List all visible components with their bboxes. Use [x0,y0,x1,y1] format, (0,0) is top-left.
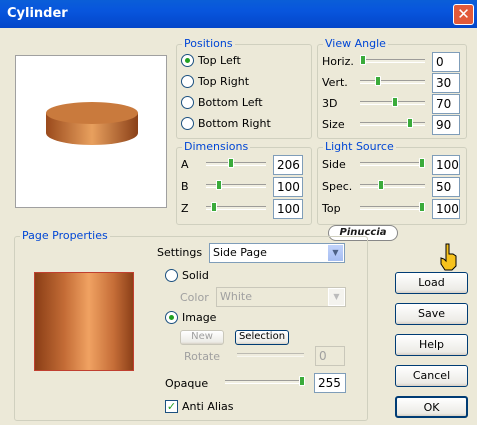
chevron-down-icon[interactable]: ▼ [327,244,344,262]
dimensions-value-input[interactable]: 100 [273,199,303,219]
dimensions-label: Dimensions [182,140,251,153]
radio-bottom-left[interactable] [181,96,194,109]
new-button[interactable]: New [180,330,224,345]
light-source-value-input[interactable]: 50 [432,177,460,197]
view-angle-slider-track[interactable] [360,122,425,126]
dimensions-row-label: B [181,180,189,193]
view-angle-slider-thumb[interactable] [392,97,399,107]
positions-label: Positions [182,37,235,50]
radio-image[interactable] [165,311,178,324]
color-label: Color [180,291,209,304]
dimensions-value-input[interactable]: 206 [273,155,303,175]
anti-alias-label: Anti Alias [182,400,234,413]
ok-button[interactable]: OK [395,396,468,418]
dimensions-row-label: Z [181,202,189,215]
dimensions-slider-thumb[interactable] [211,202,218,212]
page-properties-label: Page Properties [20,229,110,242]
opaque-input[interactable]: 255 [314,373,346,393]
light-source-label: Light Source [323,140,396,153]
hand-cursor-icon [440,243,457,271]
radio-top-left[interactable] [181,54,194,67]
bottom-right-label: Bottom Right [198,117,271,130]
settings-label: Settings [157,246,203,259]
radio-bottom-right[interactable] [181,117,194,130]
light-source-slider-thumb[interactable] [419,158,425,168]
dimensions-slider-thumb[interactable] [215,180,222,190]
view-angle-slider-thumb[interactable] [407,118,414,128]
cancel-button[interactable]: Cancel [395,365,468,387]
light-source-slider-thumb[interactable] [419,202,425,212]
radio-solid[interactable] [165,269,178,282]
dimensions-value-input[interactable]: 100 [273,177,303,197]
top-right-label: Top Right [198,75,250,88]
close-icon[interactable]: ✕ [453,4,474,25]
light-source-slider-track[interactable] [360,162,425,166]
radio-top-right[interactable] [181,75,194,88]
view-angle-slider-track[interactable] [360,59,425,63]
light-source-row-label: Top [322,202,341,215]
view-angle-label: View Angle [323,37,388,50]
top-left-label: Top Left [198,54,241,67]
view-angle-value-input[interactable]: 30 [432,73,460,93]
dimensions-slider-track[interactable] [206,162,266,166]
cylinder-preview [46,102,138,145]
load-button[interactable]: Load [395,272,468,294]
solid-label: Solid [182,269,209,282]
view-angle-row-label: Vert. [322,76,348,89]
bottom-left-label: Bottom Left [198,96,263,109]
view-angle-row-label: Size [322,118,345,131]
color-value: White [220,290,252,303]
view-angle-value-input[interactable]: 70 [432,94,460,114]
cylinder-dialog: Cylinder ✕ Positions Top Left Top Right … [0,0,477,425]
view-angle-row-label: 3D [322,97,338,110]
light-source-row-label: Spec. [322,180,353,193]
rotate-slider-track[interactable] [237,353,304,357]
dimensions-row-label: A [181,158,189,171]
selection-button[interactable]: Selection [235,330,289,345]
opaque-slider-track[interactable] [225,380,305,384]
view-angle-value-input[interactable]: 0 [432,52,460,72]
light-source-slider-thumb[interactable] [377,180,384,190]
view-angle-slider-thumb[interactable] [374,76,381,86]
color-select[interactable]: White ▼ [216,287,346,307]
view-angle-slider-track[interactable] [360,80,425,84]
dimensions-slider-thumb[interactable] [227,158,234,168]
page-image-swatch[interactable] [34,272,134,371]
anti-alias-checkbox[interactable]: ✓ [165,400,178,413]
light-source-value-input[interactable]: 100 [432,155,460,175]
view-angle-value-input[interactable]: 90 [432,115,460,135]
rotate-label: Rotate [184,350,221,363]
settings-value: Side Page [213,246,267,259]
save-button[interactable]: Save [395,303,468,325]
light-source-value-input[interactable]: 100 [432,199,460,219]
settings-select[interactable]: Side Page ▼ [209,243,345,263]
window-title: Cylinder [7,6,68,21]
title-bar[interactable]: Cylinder ✕ [0,0,477,28]
view-angle-row-label: Horiz. [322,55,354,68]
rotate-input[interactable]: 0 [315,346,345,366]
view-angle-slider-thumb[interactable] [360,55,366,65]
light-source-row-label: Side [322,158,346,171]
light-source-slider-track[interactable] [360,184,425,188]
preview-pane [15,55,167,208]
opaque-label: Opaque [165,377,209,390]
image-label: Image [182,311,217,324]
light-source-slider-track[interactable] [360,206,425,210]
chevron-down-icon[interactable]: ▼ [328,288,345,306]
help-button[interactable]: Help [395,334,468,356]
opaque-slider-thumb[interactable] [299,376,305,386]
